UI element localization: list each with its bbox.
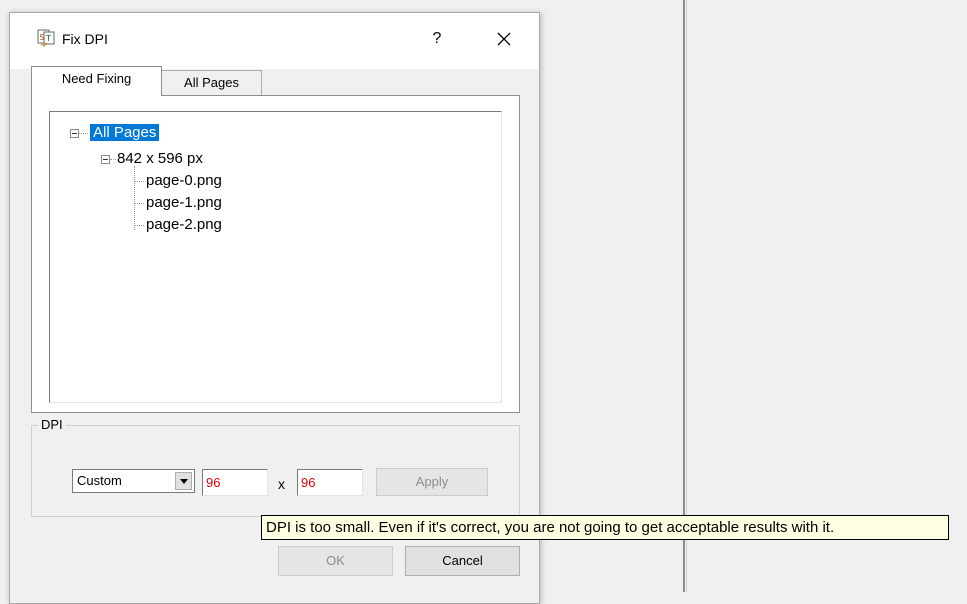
svg-text:T: T — [45, 34, 51, 43]
dpi-y-input[interactable]: 96 — [297, 469, 363, 496]
tab-all-pages[interactable]: All Pages — [162, 70, 262, 96]
dialog-title: Fix DPI — [62, 31, 108, 47]
app-icon: S T — [37, 29, 55, 47]
chevron-down-icon[interactable] — [175, 472, 192, 490]
close-button[interactable] — [486, 23, 522, 53]
pane-splitter-highlight — [686, 0, 687, 592]
tree-item-label: page-2.png — [146, 216, 222, 233]
dpi-group-label: DPI — [38, 417, 66, 432]
pages-tree[interactable]: All Pages 842 x 596 px page-0.png page-1… — [49, 111, 502, 403]
tree-connector — [79, 133, 88, 134]
tab-need-fixing[interactable]: Need Fixing — [31, 66, 162, 96]
dpi-x-input[interactable]: 96 — [202, 469, 268, 496]
apply-button[interactable]: Apply — [376, 468, 488, 496]
tree-item-label: All Pages — [90, 124, 160, 141]
dpi-preset-value: Custom — [77, 473, 122, 488]
collapse-root-icon[interactable] — [70, 129, 79, 138]
dpi-warning-tooltip: DPI is too small. Even if it's correct, … — [261, 515, 949, 540]
tree-item-all-pages[interactable]: All Pages — [90, 123, 160, 143]
dialog-titlebar: S T Fix DPI ? — [10, 13, 539, 69]
tree-connector — [134, 225, 144, 226]
pane-splitter[interactable] — [683, 0, 685, 592]
tree-connector — [134, 203, 144, 204]
tree-item-size-group[interactable]: 842 x 596 px — [117, 149, 203, 169]
dpi-separator: x — [278, 476, 285, 492]
tree-item-file[interactable]: page-2.png — [146, 215, 222, 235]
tree-connector — [110, 159, 116, 160]
help-button[interactable]: ? — [422, 25, 452, 53]
background-right-pane — [540, 0, 967, 592]
tree-item-label: 842 x 596 px — [117, 150, 203, 167]
tree-item-label: page-0.png — [146, 172, 222, 189]
svg-text:S: S — [40, 33, 45, 42]
close-icon — [497, 32, 511, 46]
tree-connector — [134, 181, 144, 182]
tree-item-file[interactable]: page-1.png — [146, 193, 222, 213]
tree-item-file[interactable]: page-0.png — [146, 171, 222, 191]
ok-button[interactable]: OK — [278, 546, 393, 576]
tree-connector — [134, 166, 135, 230]
cancel-button[interactable]: Cancel — [405, 546, 520, 576]
dpi-preset-select[interactable]: Custom — [72, 469, 195, 493]
tree-item-label: page-1.png — [146, 194, 222, 211]
collapse-group-icon[interactable] — [101, 155, 110, 164]
